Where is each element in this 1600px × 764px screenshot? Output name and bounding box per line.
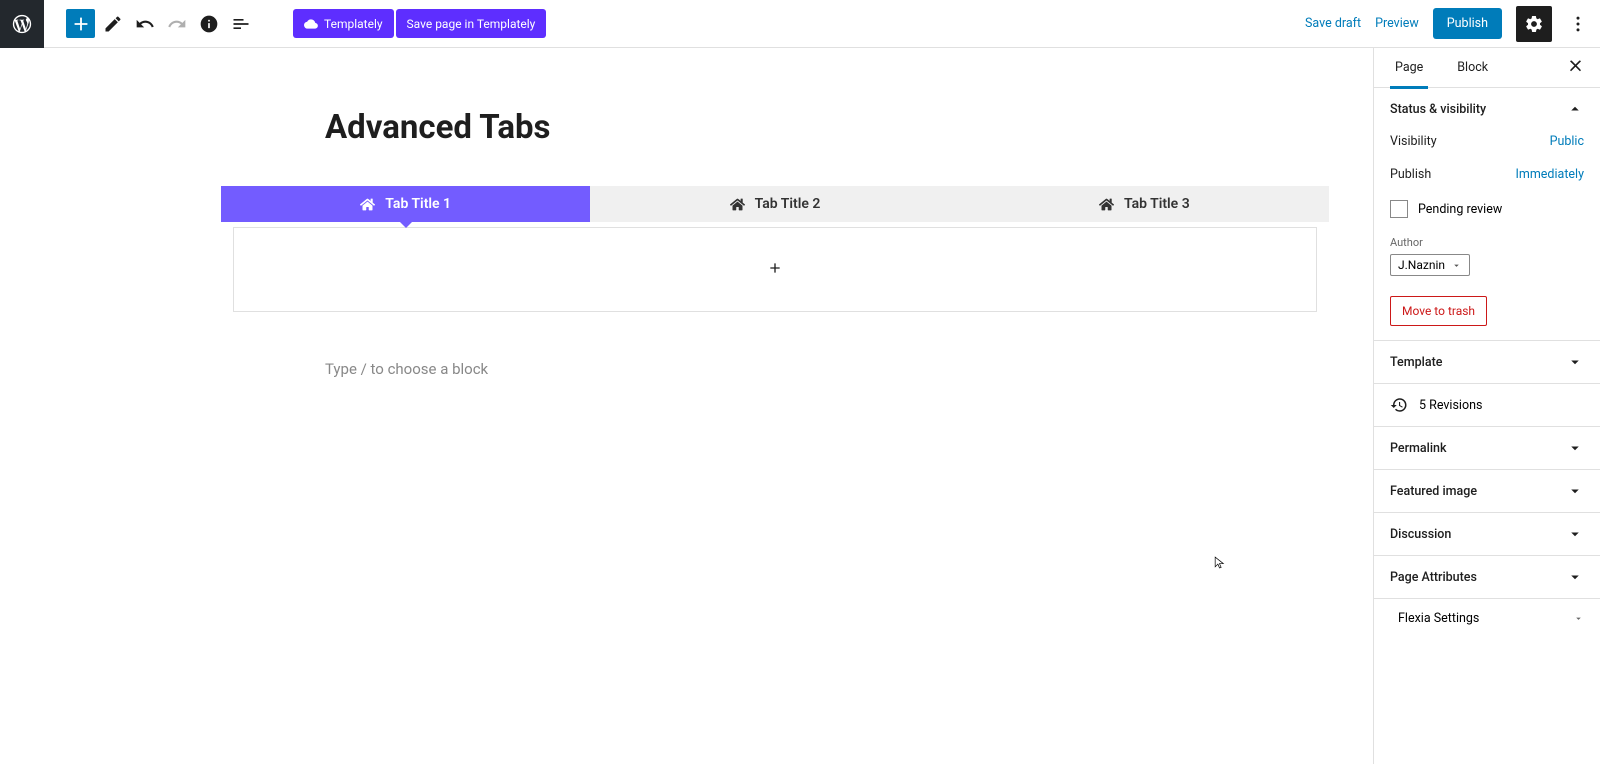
outline-icon[interactable] — [226, 9, 255, 38]
panel-featured-image-header[interactable]: Featured image — [1374, 470, 1600, 512]
chevron-down-icon — [1566, 353, 1584, 371]
redo-icon[interactable] — [162, 9, 191, 38]
preview-link[interactable]: Preview — [1375, 16, 1419, 31]
panel-template: Template — [1374, 341, 1600, 384]
block-prompt[interactable]: Type / to choose a block — [325, 360, 1225, 378]
home-icon — [1099, 197, 1114, 212]
panel-permalink-title: Permalink — [1390, 441, 1447, 456]
chevron-up-icon — [1566, 100, 1584, 118]
panel-status-header[interactable]: Status & visibility — [1374, 88, 1600, 130]
author-select[interactable]: J.Naznin — [1390, 254, 1470, 276]
panel-flexia-title: Flexia Settings — [1398, 611, 1479, 626]
top-toolbar: Templately Save page in Templately Save … — [0, 0, 1600, 48]
chevron-down-icon — [1451, 260, 1462, 271]
panel-featured-image: Featured image — [1374, 470, 1600, 513]
wordpress-logo[interactable] — [0, 0, 44, 48]
tab-label: Tab Title 3 — [1124, 196, 1190, 212]
undo-icon[interactable] — [130, 9, 159, 38]
tab-label: Tab Title 1 — [385, 196, 451, 212]
panel-flexia[interactable]: Flexia Settings — [1374, 599, 1600, 638]
templately-label: Templately — [324, 17, 383, 31]
chevron-down-icon — [1566, 482, 1584, 500]
revisions-label: 5 Revisions — [1419, 398, 1482, 413]
tab-content-area[interactable] — [233, 227, 1317, 312]
save-templately-button[interactable]: Save page in Templately — [396, 9, 547, 38]
add-block-button[interactable] — [66, 9, 95, 38]
publish-value[interactable]: Immediately — [1515, 167, 1584, 182]
panel-status-title: Status & visibility — [1390, 102, 1486, 117]
publish-label: Publish — [1390, 167, 1431, 182]
chevron-down-icon — [1566, 568, 1584, 586]
plus-icon — [767, 260, 783, 276]
panel-page-attributes-header[interactable]: Page Attributes — [1374, 556, 1600, 598]
info-icon[interactable] — [194, 9, 223, 38]
advanced-tabs-block[interactable]: Tab Title 1 Tab Title 2 Tab Title 3 — [220, 185, 1330, 325]
panel-permalink: Permalink — [1374, 427, 1600, 470]
editor-canvas: Advanced Tabs Tab Title 1 Tab Title 2 Ta… — [0, 48, 1373, 764]
chevron-down-icon — [1566, 525, 1584, 543]
home-icon — [730, 197, 745, 212]
panel-discussion-title: Discussion — [1390, 527, 1451, 542]
panel-status: Status & visibility Visibility Public Pu… — [1374, 88, 1600, 341]
sidebar-tab-block[interactable]: Block — [1452, 48, 1493, 88]
revisions-link[interactable]: 5 Revisions — [1374, 384, 1600, 427]
close-sidebar-button[interactable] — [1567, 57, 1584, 78]
tab-3[interactable]: Tab Title 3 — [960, 186, 1329, 222]
add-block-inline[interactable] — [767, 260, 783, 280]
gear-icon — [1524, 14, 1544, 34]
sidebar-tab-page[interactable]: Page — [1390, 48, 1428, 88]
panel-discussion-header[interactable]: Discussion — [1374, 513, 1600, 555]
chevron-down-icon — [1566, 439, 1584, 457]
tab-2[interactable]: Tab Title 2 — [590, 186, 959, 222]
visibility-label: Visibility — [1390, 134, 1437, 149]
tab-label: Tab Title 2 — [755, 196, 821, 212]
settings-button[interactable] — [1516, 6, 1552, 42]
panel-featured-image-title: Featured image — [1390, 484, 1477, 499]
visibility-value[interactable]: Public — [1550, 134, 1584, 149]
pending-review-checkbox[interactable] — [1390, 200, 1408, 218]
settings-sidebar: Page Block Status & visibility Visibilit… — [1373, 48, 1600, 764]
panel-template-header[interactable]: Template — [1374, 341, 1600, 383]
triangle-down-icon — [1573, 613, 1584, 624]
save-templately-label: Save page in Templately — [407, 17, 536, 31]
save-draft-link[interactable]: Save draft — [1305, 16, 1361, 31]
edit-icon[interactable] — [98, 9, 127, 38]
publish-button[interactable]: Publish — [1433, 8, 1502, 39]
page-title[interactable]: Advanced Tabs — [325, 108, 1225, 147]
panel-page-attributes-title: Page Attributes — [1390, 570, 1477, 585]
panel-permalink-header[interactable]: Permalink — [1374, 427, 1600, 469]
move-to-trash-button[interactable]: Move to trash — [1390, 296, 1487, 326]
history-icon — [1390, 396, 1408, 414]
more-vertical-icon — [1568, 14, 1588, 34]
panel-template-title: Template — [1390, 355, 1442, 370]
pending-review-label: Pending review — [1418, 202, 1502, 217]
home-icon — [360, 197, 375, 212]
author-label: Author — [1390, 236, 1584, 249]
more-menu-button[interactable] — [1566, 6, 1590, 42]
panel-discussion: Discussion — [1374, 513, 1600, 556]
tab-1[interactable]: Tab Title 1 — [221, 186, 590, 222]
templately-button[interactable]: Templately — [293, 9, 394, 38]
close-icon — [1567, 57, 1584, 74]
cloud-icon — [304, 17, 318, 31]
author-value: J.Naznin — [1398, 258, 1445, 272]
panel-page-attributes: Page Attributes — [1374, 556, 1600, 599]
